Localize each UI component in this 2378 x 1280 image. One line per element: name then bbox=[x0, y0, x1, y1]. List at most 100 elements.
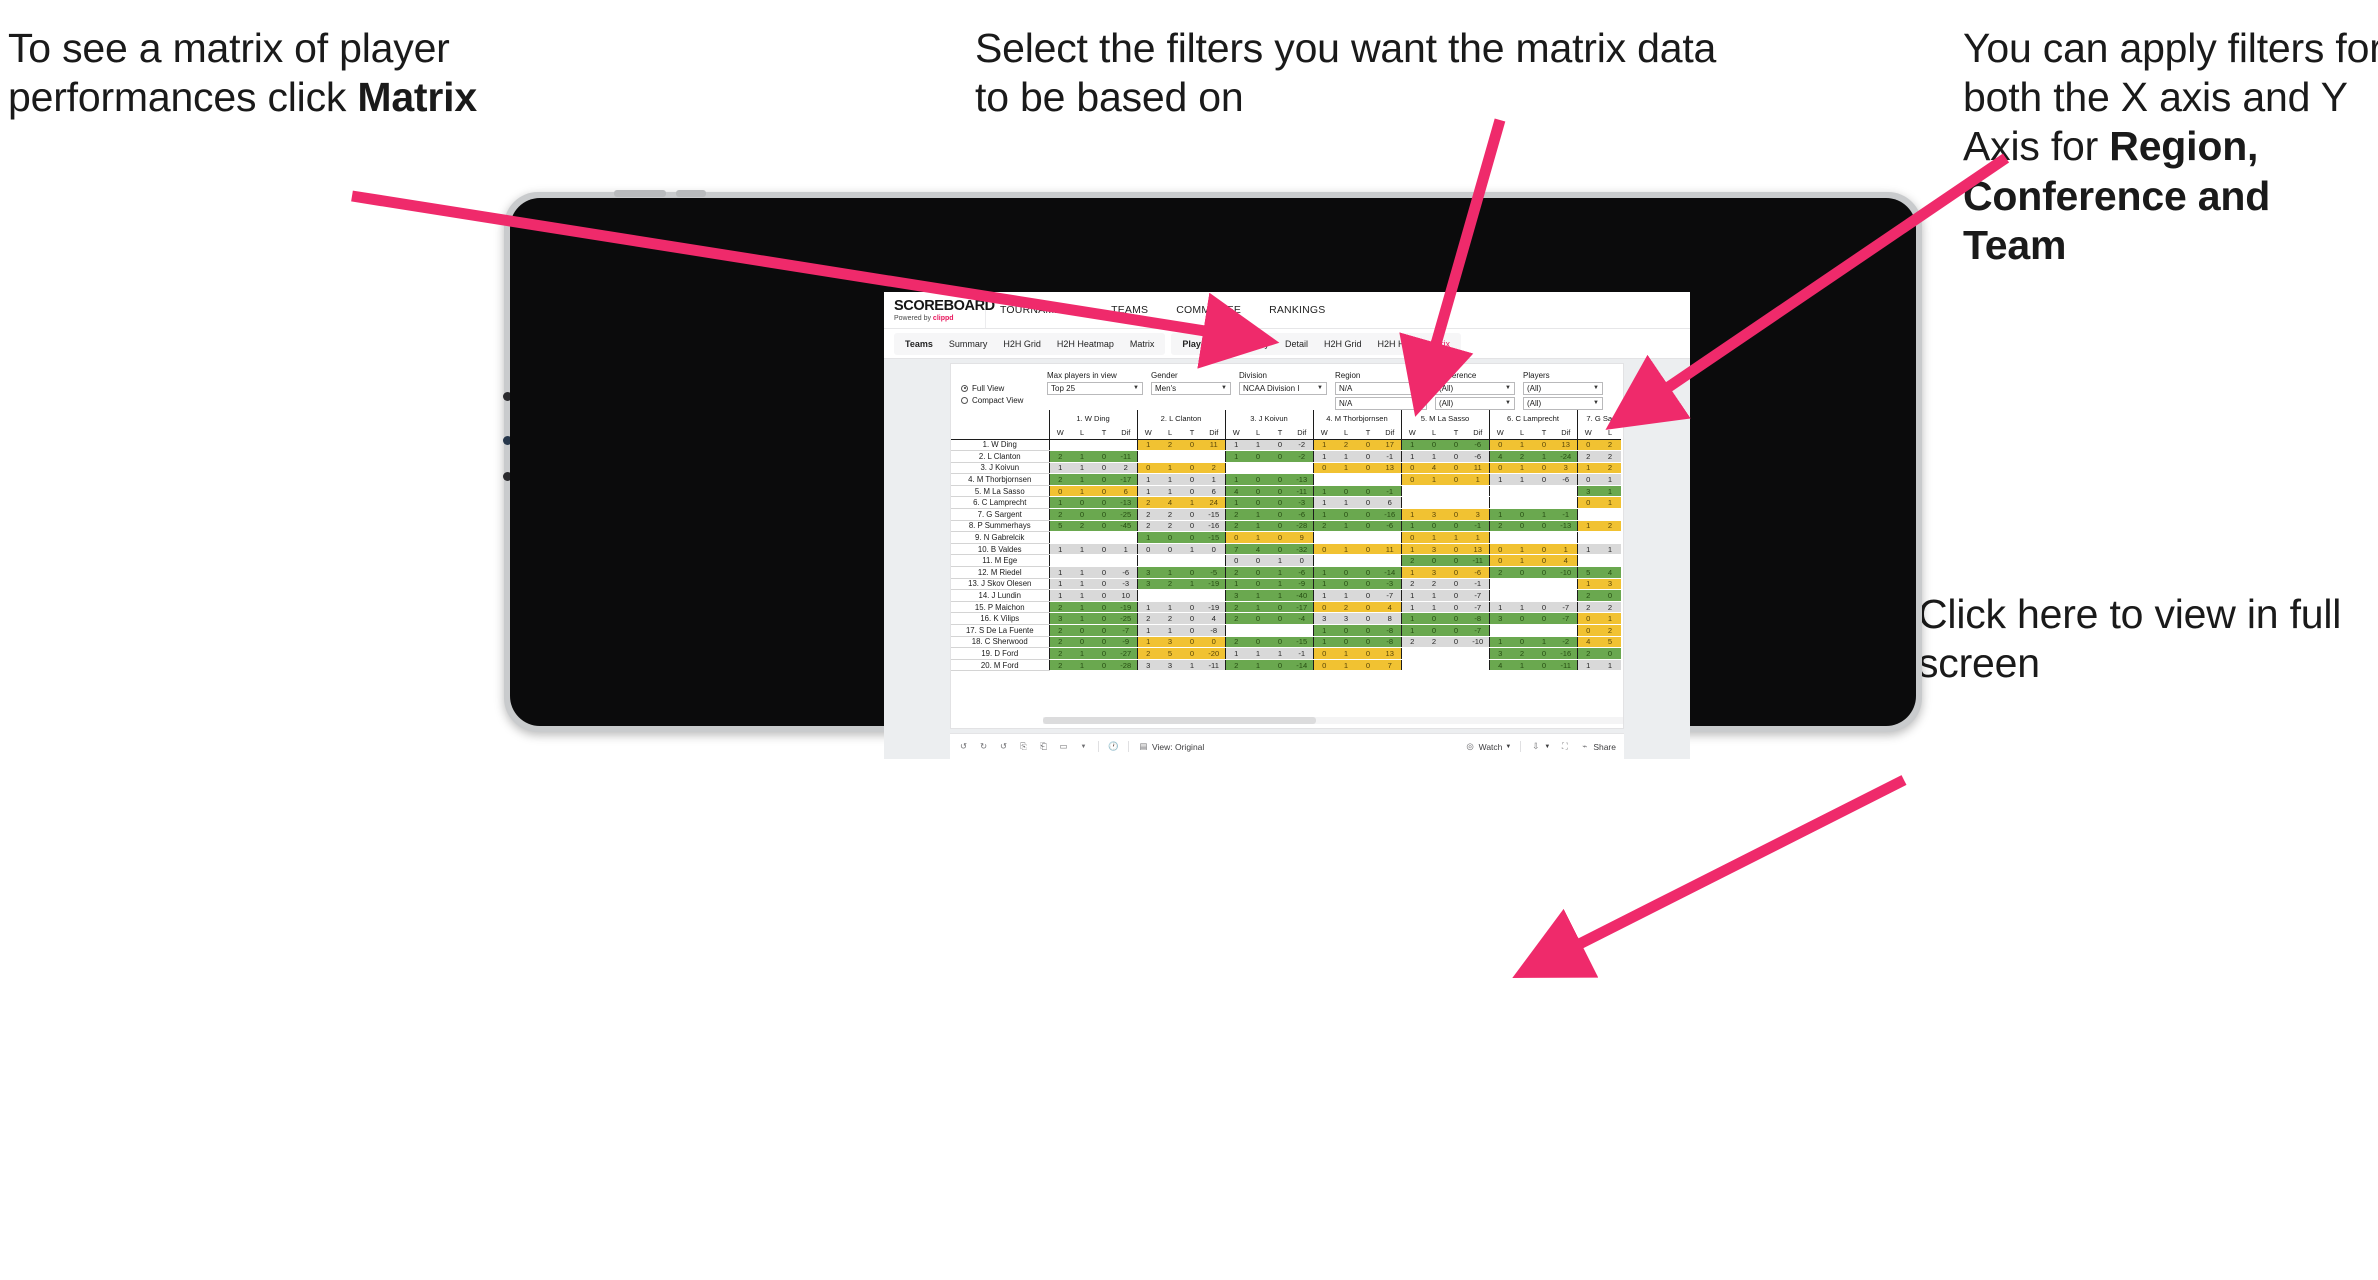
matrix-cell[interactable]: 0 bbox=[1335, 578, 1357, 591]
matrix-cell[interactable] bbox=[1203, 554, 1225, 568]
matrix-cell[interactable] bbox=[1071, 439, 1093, 452]
matrix-cell[interactable]: 2 bbox=[1136, 508, 1159, 521]
matrix-cell[interactable] bbox=[1488, 589, 1511, 602]
matrix-cell[interactable]: 1 bbox=[1269, 578, 1291, 591]
matrix-cell[interactable]: 1 bbox=[1488, 601, 1511, 614]
matrix-cell[interactable]: 2 bbox=[1224, 612, 1247, 625]
matrix-cell[interactable] bbox=[1357, 554, 1379, 568]
matrix-cell[interactable]: 11 bbox=[1467, 462, 1489, 475]
matrix-cell[interactable]: 0 bbox=[1533, 543, 1555, 556]
matrix-cell[interactable]: 1 bbox=[1400, 612, 1423, 625]
matrix-cell[interactable] bbox=[1533, 624, 1555, 637]
matrix-cell[interactable] bbox=[1181, 450, 1203, 463]
filter-players-x-select[interactable]: (All) ▼ bbox=[1523, 382, 1603, 395]
matrix-cell[interactable]: 1 bbox=[1181, 659, 1203, 672]
matrix-cell[interactable] bbox=[1511, 485, 1533, 498]
matrix-cell[interactable]: 1 bbox=[1599, 485, 1621, 498]
matrix-cell[interactable]: 0 bbox=[1071, 508, 1093, 521]
matrix-cell[interactable]: 2 bbox=[1576, 601, 1599, 614]
matrix-cell[interactable]: -25 bbox=[1115, 612, 1137, 625]
matrix-cell[interactable]: 0 bbox=[1511, 566, 1533, 579]
matrix-cell[interactable] bbox=[1136, 589, 1159, 602]
matrix-cell[interactable]: -1 bbox=[1379, 485, 1401, 498]
matrix-cell[interactable]: 0 bbox=[1181, 473, 1203, 486]
matrix-cell[interactable]: 1 bbox=[1423, 450, 1445, 463]
matrix-cell[interactable]: -7 bbox=[1467, 624, 1489, 637]
matrix-cell[interactable]: 0 bbox=[1335, 508, 1357, 521]
matrix-cell[interactable]: 2 bbox=[1423, 636, 1445, 649]
matrix-cell[interactable]: 1 bbox=[1400, 520, 1423, 533]
matrix-cell[interactable] bbox=[1224, 462, 1247, 475]
matrix-cell[interactable]: 2 bbox=[1599, 624, 1621, 637]
matrix-cell[interactable]: -15 bbox=[1291, 636, 1313, 649]
matrix-cell[interactable]: -28 bbox=[1115, 659, 1137, 672]
matrix-cell[interactable]: -14 bbox=[1291, 659, 1313, 672]
matrix-cell[interactable]: 1 bbox=[1533, 450, 1555, 463]
matrix-cell[interactable]: 0 bbox=[1136, 543, 1159, 556]
matrix-cell[interactable]: 1 bbox=[1312, 485, 1335, 498]
matrix-cell[interactable]: 1 bbox=[1467, 531, 1489, 544]
matrix-cell[interactable] bbox=[1247, 624, 1269, 637]
matrix-cell[interactable] bbox=[1467, 485, 1489, 498]
matrix-cell[interactable]: 1 bbox=[1136, 601, 1159, 614]
filter-division-select[interactable]: NCAA Division I ▼ bbox=[1239, 382, 1327, 395]
filter-gender-select[interactable]: Men's ▼ bbox=[1151, 382, 1231, 395]
matrix-cell[interactable]: 3 bbox=[1335, 612, 1357, 625]
matrix-cell[interactable]: 0 bbox=[1181, 439, 1203, 452]
matrix-cell[interactable]: 2 bbox=[1400, 578, 1423, 591]
matrix-cell[interactable] bbox=[1511, 531, 1533, 544]
matrix-cell[interactable]: 1 bbox=[1159, 601, 1181, 614]
matrix-cell[interactable]: 5 bbox=[1159, 647, 1181, 660]
matrix-cell[interactable]: 1 bbox=[1071, 566, 1093, 579]
matrix-cell[interactable]: 0 bbox=[1599, 589, 1621, 602]
matrix-cell[interactable]: 2 bbox=[1071, 520, 1093, 533]
matrix-cell[interactable]: 1 bbox=[1423, 531, 1445, 544]
matrix-cell[interactable] bbox=[1555, 496, 1577, 510]
matrix-cell[interactable]: 7 bbox=[1224, 543, 1247, 556]
matrix-cell[interactable] bbox=[1555, 531, 1577, 544]
matrix-cell[interactable]: 2 bbox=[1159, 508, 1181, 521]
matrix-cell[interactable] bbox=[1488, 496, 1511, 510]
matrix-cell[interactable]: 2 bbox=[1224, 566, 1247, 579]
matrix-cell[interactable]: 3 bbox=[1599, 578, 1621, 591]
matrix-cell[interactable]: 1 bbox=[1576, 659, 1599, 672]
matrix-cell[interactable]: 4 bbox=[1555, 554, 1577, 568]
matrix-cell[interactable] bbox=[1048, 554, 1071, 568]
matrix-cell[interactable]: 0 bbox=[1181, 636, 1203, 649]
table-row[interactable]: 4. M Thorbjornsen 2 1 0 -17 1 1 0 1 1 0 0 -13 0 1 0 1 1 1 0… bbox=[951, 473, 1621, 486]
matrix-cell[interactable] bbox=[1400, 647, 1423, 660]
matrix-cell[interactable]: 0 bbox=[1357, 520, 1379, 533]
matrix-cell[interactable]: 1 bbox=[1312, 496, 1335, 510]
filter-max-players-select[interactable]: Top 25 ▼ bbox=[1047, 382, 1143, 395]
matrix-cell[interactable] bbox=[1555, 578, 1577, 591]
matrix-cell[interactable] bbox=[1511, 624, 1533, 637]
matrix-cell[interactable] bbox=[1335, 473, 1357, 486]
matrix-cell[interactable] bbox=[1093, 439, 1115, 452]
matrix-cell[interactable]: 1 bbox=[1048, 578, 1071, 591]
filter-region-x-select[interactable]: N/A ▼ bbox=[1335, 382, 1427, 395]
horizontal-scrollbar[interactable] bbox=[1043, 717, 1623, 724]
matrix-cell[interactable]: 0 bbox=[1269, 612, 1291, 625]
matrix-cell[interactable] bbox=[1533, 531, 1555, 544]
matrix-cell[interactable]: 0 bbox=[1511, 612, 1533, 625]
matrix-cell[interactable]: 2 bbox=[1599, 462, 1621, 475]
watch-button[interactable]: ◎ Watch ▼ bbox=[1465, 741, 1511, 752]
matrix-cell[interactable]: 3 bbox=[1224, 589, 1247, 602]
matrix-cell[interactable]: -2 bbox=[1291, 450, 1313, 463]
matrix-cell[interactable]: 0 bbox=[1247, 612, 1269, 625]
matrix-cell[interactable]: 0 bbox=[1445, 520, 1467, 533]
matrix-cell[interactable]: 0 bbox=[1423, 612, 1445, 625]
matrix-cell[interactable]: -3 bbox=[1291, 496, 1313, 510]
matrix-cell[interactable]: 0 bbox=[1071, 496, 1093, 510]
matrix-cell[interactable]: 0 bbox=[1400, 462, 1423, 475]
matrix-cell[interactable]: 1 bbox=[1335, 462, 1357, 475]
matrix-cell[interactable]: -1 bbox=[1467, 520, 1489, 533]
matrix-cell[interactable]: 1 bbox=[1599, 473, 1621, 486]
matrix-cell[interactable]: 1 bbox=[1511, 462, 1533, 475]
matrix-cell[interactable]: 2 bbox=[1048, 624, 1071, 637]
matrix-cell[interactable]: -15 bbox=[1203, 508, 1225, 521]
matrix-cell[interactable] bbox=[1423, 659, 1445, 672]
matrix-cell[interactable]: 2 bbox=[1335, 601, 1357, 614]
matrix-cell[interactable] bbox=[1181, 554, 1203, 568]
matrix-cell[interactable]: 2 bbox=[1599, 601, 1621, 614]
